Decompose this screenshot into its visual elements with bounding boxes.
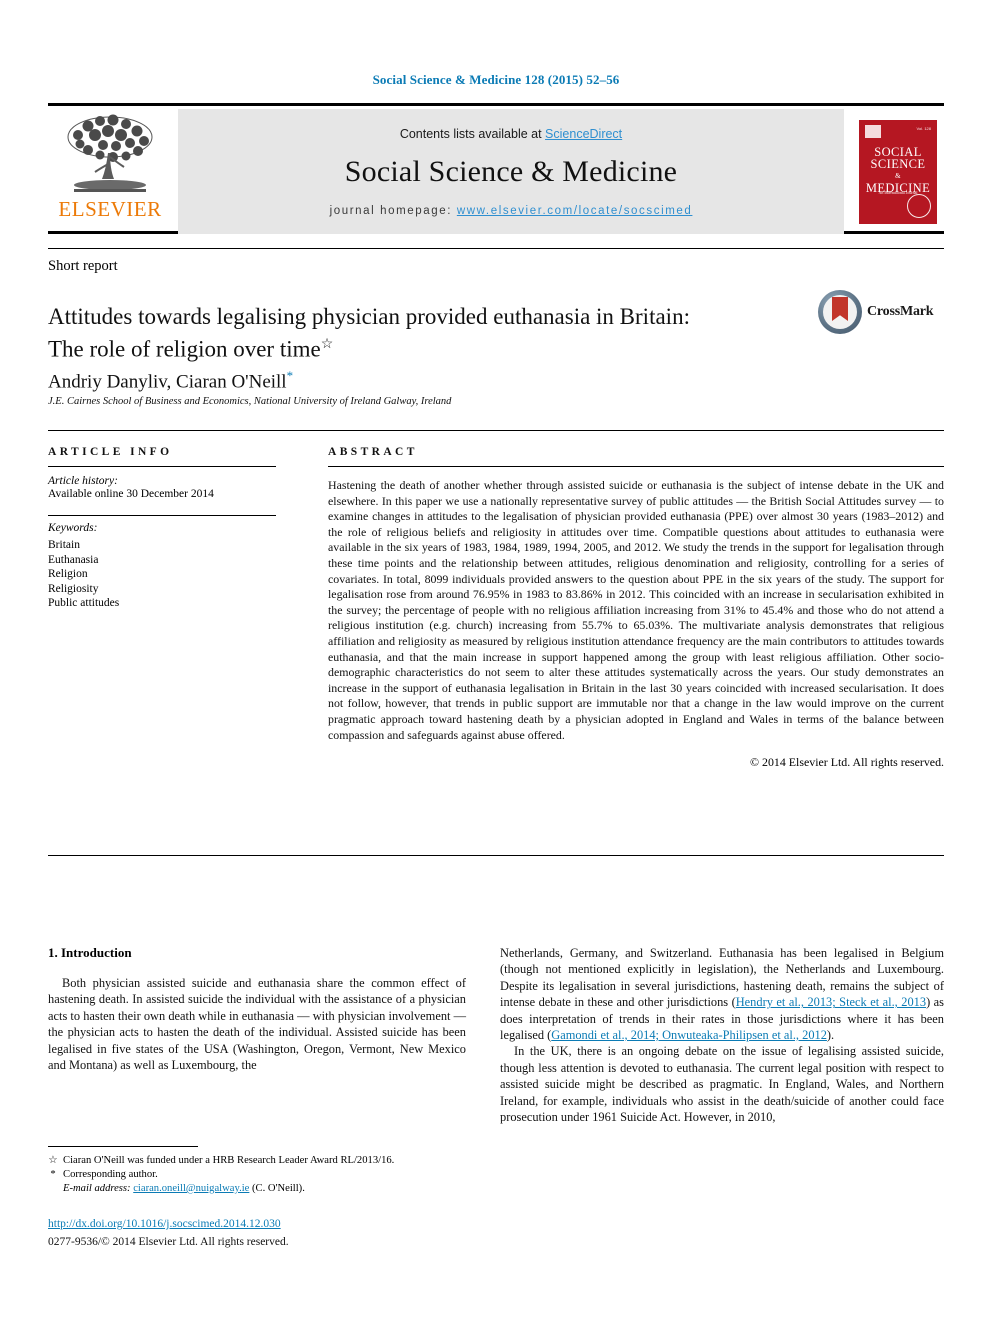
article-page: Social Science & Medicine 128 (2015) 52–… (0, 0, 992, 1323)
keyword-item: Religiosity (48, 582, 99, 595)
cover-seal-icon (907, 193, 931, 218)
abstract-text: Hastening the death of another whether t… (328, 478, 944, 742)
footnote-star-marker: ☆ (48, 1155, 58, 1166)
citation-link-gamondi-onwuteaka[interactable]: Gamondi et al., 2014; Onwuteaka-Philipse… (551, 1028, 827, 1042)
body-column-left: 1. Introduction Both physician assisted … (48, 945, 466, 1073)
keyword-item: Public attitudes (48, 597, 120, 609)
contents-available-line: Contents lists available at ScienceDirec… (400, 127, 622, 141)
journal-homepage-link[interactable]: www.elsevier.com/locate/socscimed (457, 205, 693, 217)
abstract-heading-rule (328, 466, 944, 467)
article-history-value: Available online 30 December 2014 (48, 488, 214, 500)
doi-link[interactable]: http://dx.doi.org/10.1016/j.socscimed.20… (48, 1218, 281, 1230)
footnote-corresponding: * Corresponding author. (48, 1168, 468, 1182)
article-type-label: Short report (48, 258, 118, 274)
article-info-heading-rule (48, 466, 276, 467)
issn-copyright-line: 0277-9536/© 2014 Elsevier Ltd. All right… (48, 1236, 289, 1248)
citation-link-hendry-steck[interactable]: Hendry et al., 2013; Steck et al., 2013 (736, 995, 926, 1009)
footnote-email-spacer (48, 1182, 58, 1196)
cover-title-line1: SOCIAL (874, 144, 922, 159)
sciencedirect-link[interactable]: ScienceDirect (545, 127, 622, 141)
footnote-corresponding-text: Corresponding author. (63, 1169, 158, 1180)
article-info-column: ARTICLE INFO Article history: Available … (48, 446, 276, 611)
journal-title: Social Science & Medicine (344, 154, 678, 188)
email-address-link[interactable]: ciaran.oneill@nuigalway.ie (133, 1183, 249, 1194)
keyword-item: Euthanasia (48, 553, 99, 566)
email-address-label: E-mail address: (63, 1183, 131, 1194)
homepage-label: journal homepage: (329, 204, 457, 217)
intro-paragraph-1: Both physician assisted suicide and euth… (48, 976, 466, 1073)
intro-paragraph-3: In the UK, there is an ongoing debate on… (500, 1044, 944, 1125)
footnote-funding-text: Ciaran O'Neill was funded under a HRB Re… (63, 1155, 395, 1166)
abstract-copyright: © 2014 Elsevier Ltd. All rights reserved… (750, 755, 944, 770)
abstract-block-top-rule (48, 430, 944, 431)
author-names: Andriy Danyliv, Ciaran O'Neill (48, 371, 287, 393)
cover-ampersand: & (895, 171, 901, 180)
elsevier-tree-icon (67, 114, 153, 192)
affiliation: J.E. Cairnes School of Business and Econ… (48, 396, 452, 407)
journal-homepage-line: journal homepage: www.elsevier.com/locat… (330, 205, 693, 217)
cover-image: Vol. 128 SOCIAL SCIENCE & MEDICINE An In… (859, 119, 937, 224)
running-head: Social Science & Medicine 128 (2015) 52–… (372, 72, 620, 87)
intro-p2-text-c: ). (826, 1028, 835, 1043)
cover-publisher-mark (865, 124, 881, 138)
crossmark-label: CrossMark (867, 304, 934, 319)
cover-subtitle: An International Journal (878, 189, 918, 195)
body-column-right: Netherlands, Germany, and Switzerland. E… (500, 945, 944, 1125)
section-title-introduction: 1. Introduction (48, 945, 132, 960)
keywords-list: Britain Euthanasia Religion Religiosity … (48, 538, 276, 611)
corresponding-author-marker[interactable]: * (287, 368, 294, 383)
article-info-heading: ARTICLE INFO (48, 446, 173, 458)
journal-cover-thumbnail[interactable]: Vol. 128 SOCIAL SCIENCE & MEDICINE An In… (852, 109, 944, 234)
crossmark-badge[interactable]: CrossMark (818, 288, 944, 336)
footnote-email: E-mail address: ciaran.oneill@nuigalway.… (48, 1182, 468, 1196)
masthead-center-band: Contents lists available at ScienceDirec… (178, 109, 844, 234)
title-line-1: Attitudes towards legalising physician p… (48, 304, 690, 330)
email-address-suffix: (C. O'Neill). (252, 1183, 305, 1194)
keyword-item: Britain (48, 539, 80, 551)
abstract-heading: ABSTRACT (328, 446, 418, 458)
abstract-block-bottom-rule (48, 855, 944, 856)
elsevier-wordmark: ELSEVIER (58, 197, 162, 221)
author-list: Andriy Danyliv, Ciaran O'Neill* (48, 368, 293, 393)
footnote-asterisk-marker: * (50, 1169, 56, 1180)
cover-title: SOCIAL SCIENCE & MEDICINE (859, 144, 937, 194)
footnote-funding: ☆ Ciaran O'Neill was funded under a HRB … (48, 1154, 468, 1168)
footnote-block: ☆ Ciaran O'Neill was funded under a HRB … (48, 1154, 468, 1196)
keywords-label: Keywords: (48, 522, 98, 534)
crossmark-icon (818, 290, 862, 334)
intro-paragraph-2: Netherlands, Germany, and Switzerland. E… (500, 945, 944, 1043)
cover-title-line2: SCIENCE (870, 156, 926, 171)
footnote-rule (48, 1146, 198, 1147)
article-history-label: Article history: (48, 475, 118, 487)
title-footnote-marker[interactable]: ☆ (321, 337, 334, 352)
article-header-rule (48, 248, 944, 249)
contents-prefix: Contents lists available at (399, 126, 546, 141)
cover-issue-label: Vol. 128 (916, 125, 931, 131)
elsevier-logo: ELSEVIER (48, 109, 172, 234)
keyword-item: Religion (48, 568, 88, 580)
title-line-2: The role of religion over time (48, 337, 321, 363)
abstract-column: ABSTRACT Hastening the death of another … (328, 446, 944, 770)
page-title: Attitudes towards legalising physician p… (48, 303, 808, 364)
article-info-separator (48, 515, 276, 516)
journal-masthead: ELSEVIER Contents lists available at Sci… (48, 103, 944, 234)
